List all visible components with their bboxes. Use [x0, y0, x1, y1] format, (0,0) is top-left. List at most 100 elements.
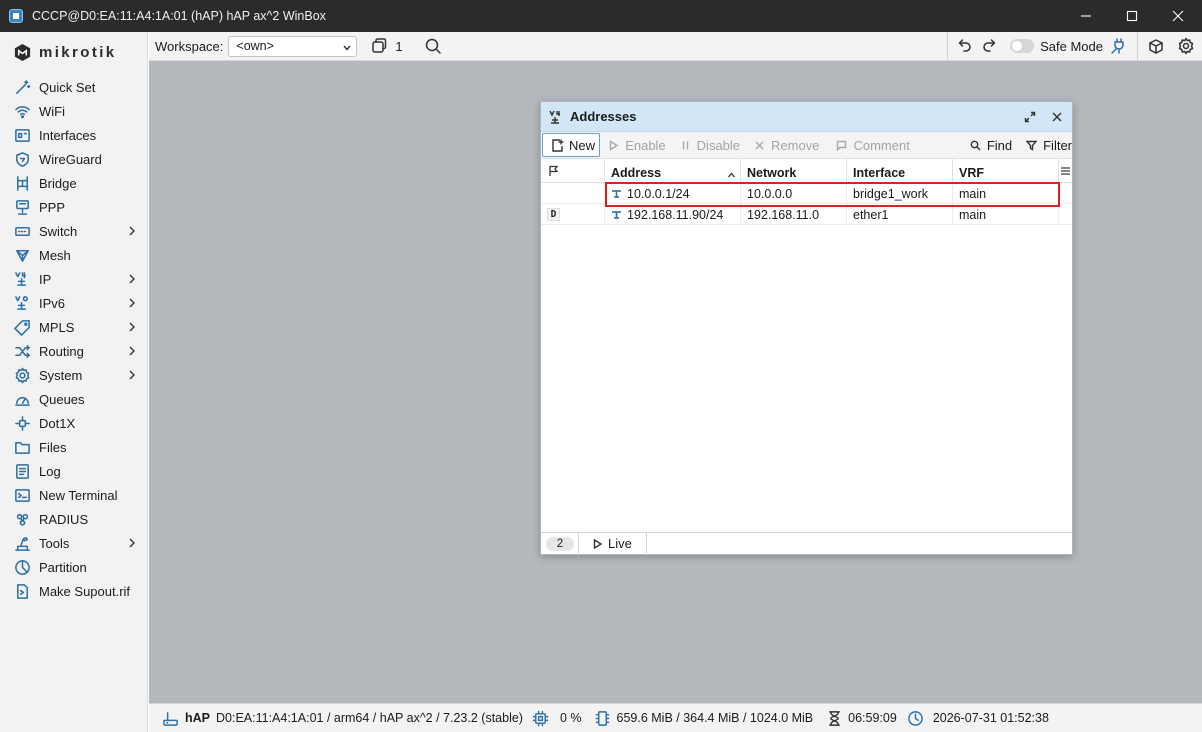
- sidebar-item-interfaces[interactable]: Interfaces: [0, 123, 147, 147]
- radius-icon: [13, 510, 31, 528]
- sidebar-item-ppp[interactable]: PPP: [0, 195, 147, 219]
- find-button[interactable]: Find: [970, 138, 1012, 153]
- vrf-cell: main: [953, 204, 1059, 225]
- sidebar-item-ip[interactable]: IP: [0, 267, 147, 291]
- sidebar-item-tools[interactable]: Tools: [0, 531, 147, 555]
- address-column-header[interactable]: Address: [605, 159, 741, 183]
- sidebar-item-log[interactable]: Log: [0, 459, 147, 483]
- sidebar-item-make-supout-rif[interactable]: Make Supout.rif: [0, 579, 147, 603]
- network-column-header[interactable]: Network: [741, 159, 847, 183]
- mikrotik-logo: mikrotik: [0, 32, 147, 72]
- ppp-icon: [13, 198, 31, 216]
- sidebar-item-new-terminal[interactable]: New Terminal: [0, 483, 147, 507]
- sidebar-item-system[interactable]: System: [0, 363, 147, 387]
- chevron-right-icon: [127, 320, 137, 334]
- sidebar-item-bridge[interactable]: Bridge: [0, 171, 147, 195]
- network-cell: 10.0.0.0: [741, 183, 847, 204]
- address-value: 10.0.0.1/24: [627, 186, 690, 201]
- column-menu-icon[interactable]: [1059, 159, 1072, 183]
- sidebar-item-mpls[interactable]: MPLS: [0, 315, 147, 339]
- wifi-icon: [13, 102, 31, 120]
- package-add-icon[interactable]: [1146, 36, 1166, 56]
- sidebar-item-label: Routing: [39, 343, 84, 359]
- sidebar-item-ipv6[interactable]: IPv6: [0, 291, 147, 315]
- filter-icon: [1026, 140, 1038, 151]
- flag-column-header[interactable]: [541, 159, 605, 183]
- vrf-cell: main: [953, 183, 1059, 204]
- redo-icon[interactable]: [980, 36, 1000, 56]
- chevron-right-icon: [127, 536, 137, 550]
- sidebar-item-mesh[interactable]: Mesh: [0, 243, 147, 267]
- close-window-button[interactable]: [1155, 0, 1201, 32]
- sidebar-item-partition[interactable]: Partition: [0, 555, 147, 579]
- sidebar-item-label: Log: [39, 463, 61, 479]
- logo-text: mikrotik: [39, 43, 117, 61]
- sidebar-item-label: Dot1X: [39, 415, 76, 431]
- sidebar-item-label: MPLS: [39, 319, 75, 335]
- sidebar-item-switch[interactable]: Switch: [0, 219, 147, 243]
- detach-window-icon[interactable]: [1022, 109, 1038, 125]
- row-flag-cell: [541, 183, 605, 204]
- sidebar-item-label: Switch: [39, 223, 78, 239]
- interface-cell: bridge1_work: [847, 183, 953, 204]
- mikrotik-logo-icon: [14, 43, 31, 61]
- safe-mode-toggle[interactable]: [1010, 39, 1035, 53]
- enable-button[interactable]: Enable: [608, 138, 666, 153]
- windows-icon[interactable]: [369, 36, 389, 56]
- table-row[interactable]: D 192.168.11.90/24 192.168.11.0 ether1 m…: [541, 204, 1072, 225]
- search-icon: [970, 140, 981, 150]
- live-button[interactable]: Live: [593, 536, 632, 551]
- table-row[interactable]: 10.0.0.1/24 10.0.0.0 bridge1_work main: [541, 183, 1072, 204]
- device-name: hAP: [185, 711, 210, 725]
- workspace-label: Workspace:: [155, 38, 224, 54]
- sidebar-item-routing[interactable]: Routing: [0, 339, 147, 363]
- window-title: CCCP@D0:EA:11:A4:1A:01 (hAP) hAP ax^2 Wi…: [32, 9, 326, 23]
- sidebar-item-label: WiFi: [39, 103, 65, 119]
- new-button[interactable]: New: [542, 133, 601, 157]
- chevron-right-icon: [127, 368, 137, 382]
- remove-button[interactable]: Remove: [754, 138, 819, 153]
- switch-icon: [13, 222, 31, 240]
- disable-button[interactable]: Disable: [680, 138, 740, 153]
- settings-gear-icon[interactable]: [1176, 36, 1196, 56]
- table-header: Address Network Interface VRF: [541, 159, 1072, 183]
- windows-count: 1: [395, 38, 403, 54]
- sidebar-item-label: IP: [39, 271, 52, 287]
- maximize-button[interactable]: [1109, 0, 1155, 32]
- address-icon: [612, 190, 621, 198]
- sidebar-item-radius[interactable]: RADIUS: [0, 507, 147, 531]
- toggle-knob: [1012, 41, 1023, 51]
- search-icon[interactable]: [423, 36, 443, 56]
- undo-icon[interactable]: [954, 36, 974, 56]
- network-cell: 192.168.11.0: [741, 204, 847, 225]
- sidebar-item-label: Mesh: [39, 247, 71, 263]
- sidebar-item-label: Make Supout.rif: [39, 583, 131, 599]
- mesh-icon: [13, 246, 31, 264]
- disconnect-icon[interactable]: [1109, 36, 1129, 56]
- sidebar-item-files[interactable]: Files: [0, 435, 147, 459]
- sidebar-item-quick-set[interactable]: Quick Set: [0, 75, 147, 99]
- interface-column-header[interactable]: Interface: [847, 159, 953, 183]
- sidebar-item-label: IPv6: [39, 295, 66, 311]
- partition-icon: [13, 558, 31, 576]
- toolbar-divider: [947, 32, 949, 60]
- minimize-button[interactable]: [1063, 0, 1109, 32]
- sidebar-item-wireguard[interactable]: WireGuard: [0, 147, 147, 171]
- filter-button[interactable]: Filter: [1026, 138, 1072, 153]
- workspace-select[interactable]: <own>: [228, 35, 358, 57]
- sidebar-item-label: System: [39, 367, 83, 383]
- addresses-window-titlebar[interactable]: Addresses: [541, 102, 1072, 132]
- comment-button[interactable]: Comment: [836, 138, 910, 153]
- toolbar-right-group: Safe Mode: [947, 32, 1202, 60]
- sidebar-item-queues[interactable]: Queues: [0, 387, 147, 411]
- sidebar-item-wifi[interactable]: WiFi: [0, 99, 147, 123]
- close-window-icon[interactable]: [1049, 109, 1065, 125]
- sidebar-item-label: Tools: [39, 535, 70, 551]
- cpu-icon: [532, 709, 550, 727]
- minimize-icon: [1081, 15, 1091, 17]
- chevron-right-icon: [127, 272, 137, 286]
- new-icon: [552, 138, 564, 152]
- sidebar-item-dot1x[interactable]: Dot1X: [0, 411, 147, 435]
- vrf-column-header[interactable]: VRF: [953, 159, 1059, 183]
- hourglass-icon: [825, 709, 843, 727]
